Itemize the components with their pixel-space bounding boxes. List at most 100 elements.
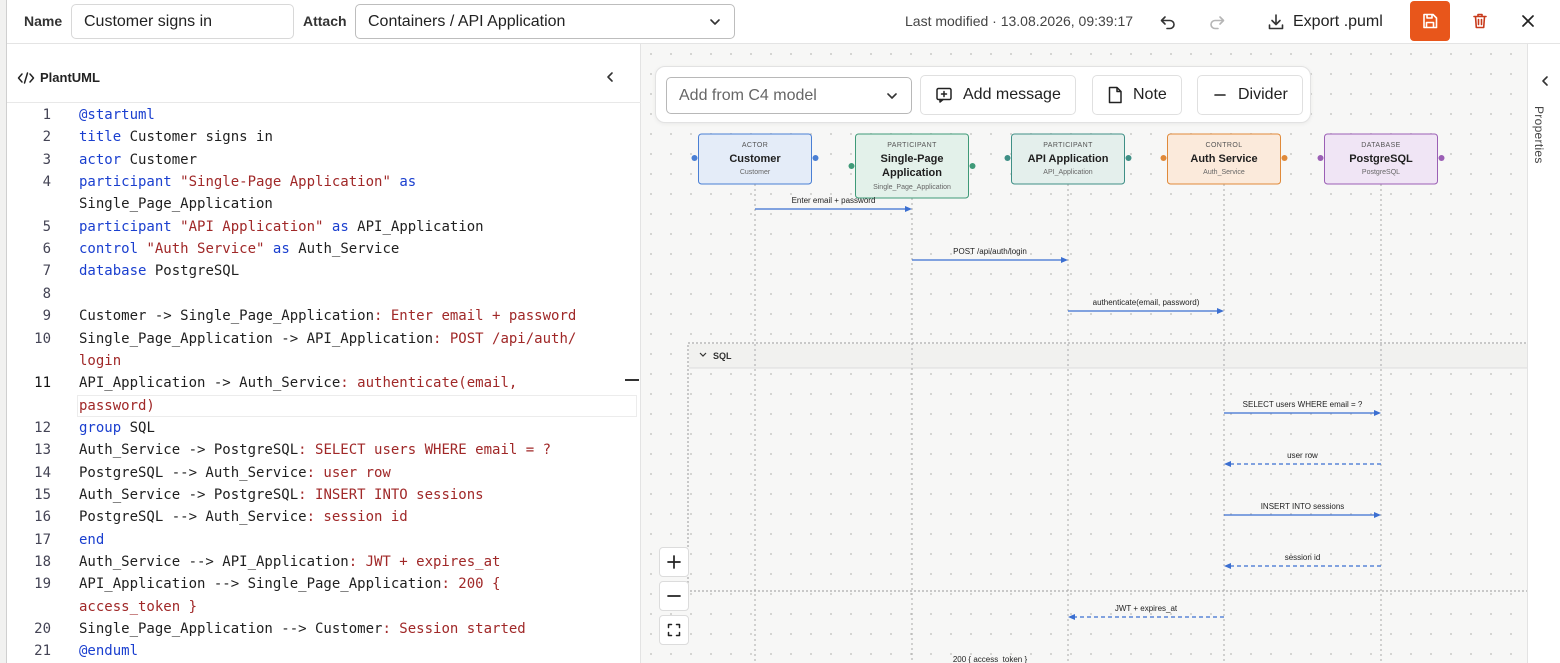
code-line[interactable]: 18 Auth_Service --> API_Application: JWT …	[7, 551, 641, 573]
delete-button[interactable]	[1467, 8, 1493, 34]
message-label: user row	[1287, 451, 1318, 460]
code-line[interactable]: Single_Page_Application	[7, 193, 641, 215]
code-line[interactable]: 6 control "Auth Service" as Auth_Service	[7, 238, 641, 260]
code-token: participant	[79, 218, 172, 235]
add-message-button[interactable]: Add message	[920, 75, 1076, 115]
note-icon	[1108, 86, 1122, 104]
diagram-canvas[interactable]: SQL ACTOR Customer Customer PARTICIPANT Singl…	[641, 44, 1527, 663]
sequence-diagram: SQL ACTOR Customer Customer PARTICIPANT Singl…	[687, 133, 1527, 663]
code-line[interactable]: 11 API_Application -> Auth_Service: authe…	[7, 372, 641, 394]
code-token: : user row	[306, 464, 391, 481]
scroll-indicator	[625, 379, 639, 381]
code-line[interactable]: 15 Auth_Service -> PostgreSQL: INSERT INT…	[7, 484, 641, 506]
code-line[interactable]: 17 end	[7, 529, 641, 551]
note-button[interactable]: Note	[1092, 75, 1182, 115]
code-token: group	[79, 419, 122, 436]
participant-name: API Application	[1028, 153, 1109, 165]
code-line[interactable]: 16 PostgreSQL --> Auth_Service: session i…	[7, 506, 641, 528]
code-token: Customer -> Single_Page_Application	[79, 308, 375, 325]
save-button[interactable]	[1410, 1, 1450, 41]
code-line[interactable]: 9 Customer -> Single_Page_Application: En…	[7, 305, 641, 327]
line-content: Single_Page_Application	[79, 193, 273, 215]
code-token: end	[79, 531, 105, 548]
undo-button[interactable]	[1155, 10, 1181, 34]
message-plus-icon	[936, 87, 952, 103]
code-line[interactable]: access_token }	[7, 596, 641, 618]
close-icon	[1522, 15, 1534, 27]
zoom-out-button[interactable]	[659, 581, 689, 611]
attach-select[interactable]: Containers / API Application	[355, 4, 735, 39]
redo-button[interactable]	[1204, 10, 1230, 34]
divider-button[interactable]: Divider	[1197, 75, 1303, 115]
code-token: API_Application	[348, 218, 484, 235]
code-line[interactable]: 21 @enduml	[7, 640, 641, 662]
code-line[interactable]: 5 participant "API Application" as API_Ap…	[7, 216, 641, 238]
line-number: 13	[34, 442, 51, 459]
minus-icon	[1214, 94, 1226, 96]
code-line[interactable]: login	[7, 350, 641, 372]
code-token: as	[399, 174, 417, 191]
line-number: 18	[34, 554, 51, 570]
active-line-highlight	[77, 394, 637, 417]
add-message-label: Add message	[963, 86, 1061, 103]
code-line[interactable]: 14 PostgreSQL --> Auth_Service: user row	[7, 462, 641, 484]
arrow-head	[1374, 410, 1381, 416]
code-line[interactable]: 2 title Customer signs in	[7, 126, 641, 148]
collapse-editor-button[interactable]	[599, 66, 621, 88]
code-line[interactable]: 4 participant "Single-Page Application" a…	[7, 171, 641, 193]
properties-label: Properties	[1532, 106, 1546, 164]
message-label: POST /api/auth/login	[953, 247, 1027, 256]
line-content: actor Customer	[79, 149, 197, 171]
divider-label: Divider	[1238, 86, 1288, 103]
code-line[interactable]: 12 group SQL	[7, 417, 641, 439]
zoom-in-button[interactable]	[659, 547, 689, 577]
trash-icon	[1473, 13, 1487, 29]
add-from-c4-select[interactable]: Add from C4 model	[666, 77, 912, 114]
code-token: : authenticate(email,	[340, 375, 518, 392]
code-line[interactable]: 10 Single_Page_Application -> API_Applica…	[7, 328, 641, 350]
line-number: 15	[34, 486, 51, 503]
code-line[interactable]: 7 database PostgreSQL	[7, 260, 641, 282]
participant-kind: ACTOR	[742, 142, 768, 149]
code-token: : Session started	[382, 621, 526, 638]
code-token: @enduml	[79, 643, 139, 660]
chevron-left-icon	[607, 72, 613, 82]
export-puml-button[interactable]: Export .puml	[1257, 6, 1393, 38]
fullscreen-icon	[667, 623, 681, 637]
code-token: : SELECT users WHERE email = ?	[298, 442, 552, 459]
close-button[interactable]	[1515, 8, 1541, 34]
expand-properties-button[interactable]	[1534, 70, 1556, 92]
line-content: password)	[79, 395, 155, 417]
attach-select-value: Containers / API Application	[368, 12, 566, 30]
code-token: : 200 {	[441, 576, 501, 593]
code-line[interactable]: 20 Single_Page_Application --> Customer: …	[7, 618, 641, 640]
participant-name: Single-Page	[881, 153, 944, 165]
participant-kind: DATABASE	[1361, 142, 1401, 149]
connection-handle	[848, 163, 855, 169]
name-input[interactable]	[71, 4, 294, 39]
code-line[interactable]: 13 Auth_Service -> PostgreSQL: SELECT use…	[7, 439, 641, 461]
code-line[interactable]: 8	[7, 283, 641, 305]
line-number: 3	[42, 151, 51, 168]
code-line[interactable]: 1 @startuml	[7, 104, 641, 126]
minus-icon	[667, 595, 681, 597]
line-content: access_token }	[79, 596, 197, 618]
line-number: 9	[42, 308, 51, 325]
line-content: title Customer signs in	[79, 126, 273, 148]
line-content: API_Application --> Single_Page_Applicat…	[79, 573, 500, 595]
participant-kind: PARTICIPANT	[887, 142, 937, 149]
fit-view-button[interactable]	[659, 615, 689, 645]
line-number: 10	[34, 330, 51, 347]
code-line[interactable]: 3 actor Customer	[7, 149, 641, 171]
code-token: Auth_Service --> API_Application	[79, 554, 349, 570]
code-line[interactable]: 19 API_Application --> Single_Page_Applic…	[7, 573, 641, 595]
name-label: Name	[24, 13, 63, 29]
code-token: login	[79, 352, 122, 369]
line-number: 17	[34, 531, 51, 548]
message-label: 200 { access_token }	[953, 655, 1028, 663]
line-number: 14	[34, 464, 51, 481]
code-line[interactable]: password)	[7, 394, 641, 417]
code-token: password)	[79, 397, 155, 414]
